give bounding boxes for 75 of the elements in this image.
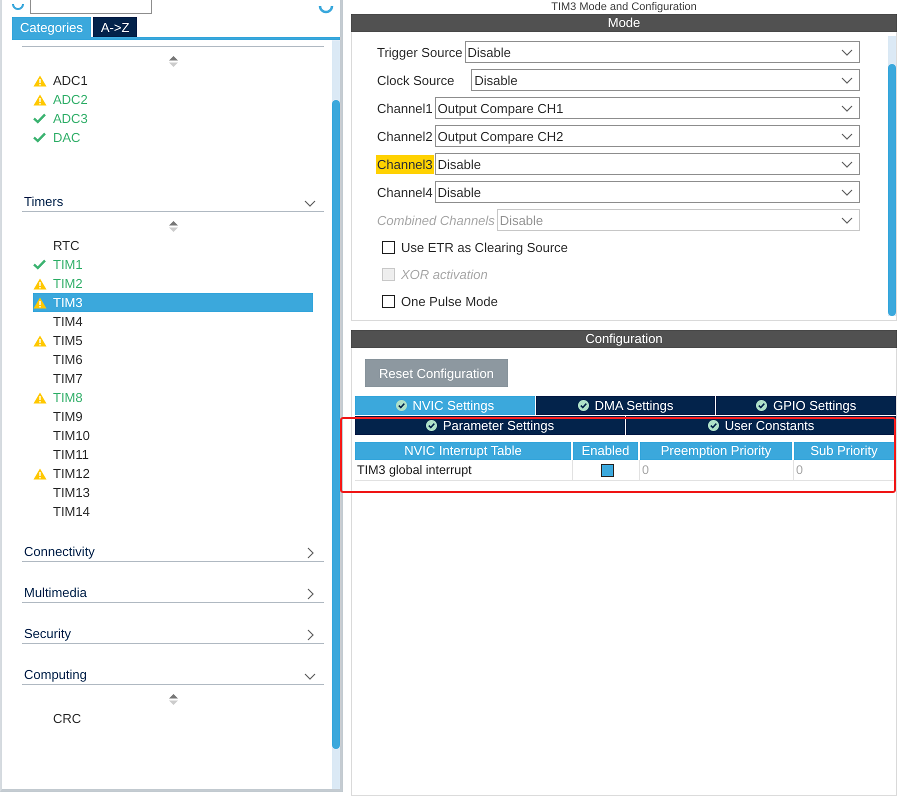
settings-tab[interactable]: GPIO Settings (716, 396, 896, 415)
panel-title: TIM3 Mode and Configuration (550, 0, 698, 14)
category-header[interactable]: Connectivity (22, 535, 324, 562)
sort-icon[interactable] (168, 694, 178, 705)
peripheral-item[interactable]: CRC (33, 709, 313, 728)
check-circle-icon (396, 400, 406, 411)
category-title: Computing (24, 667, 87, 682)
checkbox[interactable] (382, 241, 395, 254)
peripheral-item[interactable]: TIM11 (33, 445, 313, 464)
sort-icon[interactable] (168, 56, 178, 67)
category-header[interactable]: Multimedia (22, 576, 324, 603)
column-header: Preemption Priority (640, 442, 794, 460)
check-icon (33, 259, 46, 270)
peripheral-item[interactable]: TIM12 (33, 464, 313, 483)
check-icon (33, 132, 46, 143)
peripheral-item[interactable]: TIM4 (33, 312, 313, 331)
category-title: Connectivity (24, 544, 95, 559)
dropdown[interactable]: Disable (434, 153, 860, 175)
checkbox[interactable] (382, 295, 395, 308)
field-label: Channel3 (376, 154, 434, 174)
warning-icon (33, 94, 47, 106)
dropdown[interactable]: Output Compare CH2 (434, 125, 860, 147)
peripheral-item[interactable]: TIM6 (33, 350, 313, 369)
category-tab[interactable]: A->Z (92, 17, 138, 37)
peripheral-item[interactable]: TIM10 (33, 426, 313, 445)
peripheral-item[interactable]: TIM13 (33, 483, 313, 502)
warning-icon (33, 278, 47, 290)
dropdown[interactable]: Output Compare CH1 (434, 97, 860, 119)
peripheral-item[interactable]: TIM9 (33, 407, 313, 426)
warning-icon (33, 392, 47, 404)
category-title: Multimedia (24, 585, 87, 600)
warning-icon (33, 334, 47, 346)
sort-icon[interactable] (168, 221, 178, 232)
dropdown[interactable]: Disable (434, 181, 860, 203)
category-title: Timers (24, 194, 64, 209)
table-cell: 0 (794, 460, 896, 481)
field-label: Clock Source (376, 72, 456, 90)
check-circle-icon (426, 420, 437, 431)
field-label: Channel4 (376, 184, 434, 202)
peripheral-item[interactable]: TIM7 (33, 369, 313, 388)
configuration-header: Configuration (351, 330, 897, 348)
column-header: NVIC Interrupt Table (355, 442, 573, 460)
warning-icon (33, 74, 47, 86)
column-header: Enabled (573, 442, 640, 460)
scrollbar[interactable] (888, 36, 896, 316)
warning-icon (33, 468, 47, 480)
category-header[interactable]: Security (22, 617, 324, 644)
field-label: Channel1 (376, 100, 434, 118)
checkbox-label: Use ETR as Clearing Source (401, 240, 568, 255)
table-cell: 0 (640, 460, 794, 481)
table-cell: TIM3 global interrupt (355, 460, 573, 481)
category-title: Security (24, 626, 71, 641)
peripheral-item[interactable]: ADC1 (33, 71, 313, 90)
check-circle-icon (708, 420, 719, 431)
peripheral-item[interactable]: RTC (33, 236, 313, 255)
category-header[interactable]: Timers (22, 185, 324, 212)
check-circle-icon (578, 400, 589, 411)
dropdown[interactable]: Disable (464, 41, 860, 63)
field-label: Channel2 (376, 128, 434, 146)
dropdown[interactable]: Disable (471, 69, 860, 91)
settings-tab[interactable]: DMA Settings (536, 396, 716, 415)
mode-header: Mode (351, 14, 897, 32)
field-label: Trigger Source (376, 44, 464, 62)
field-label: Combined Channels (376, 212, 496, 230)
warning-icon (33, 296, 47, 308)
category-header[interactable]: Computing (22, 658, 324, 685)
checkbox-label: One Pulse Mode (401, 294, 498, 309)
check-icon (33, 113, 46, 124)
checkbox[interactable] (600, 464, 614, 476)
checkbox-label: XOR activation (401, 267, 488, 282)
column-header: Sub Priority (794, 442, 896, 460)
peripheral-item[interactable]: TIM5 (33, 331, 313, 350)
peripheral-item[interactable]: TIM14 (33, 502, 313, 521)
scrollbar[interactable] (332, 40, 340, 789)
check-circle-icon (756, 400, 768, 411)
